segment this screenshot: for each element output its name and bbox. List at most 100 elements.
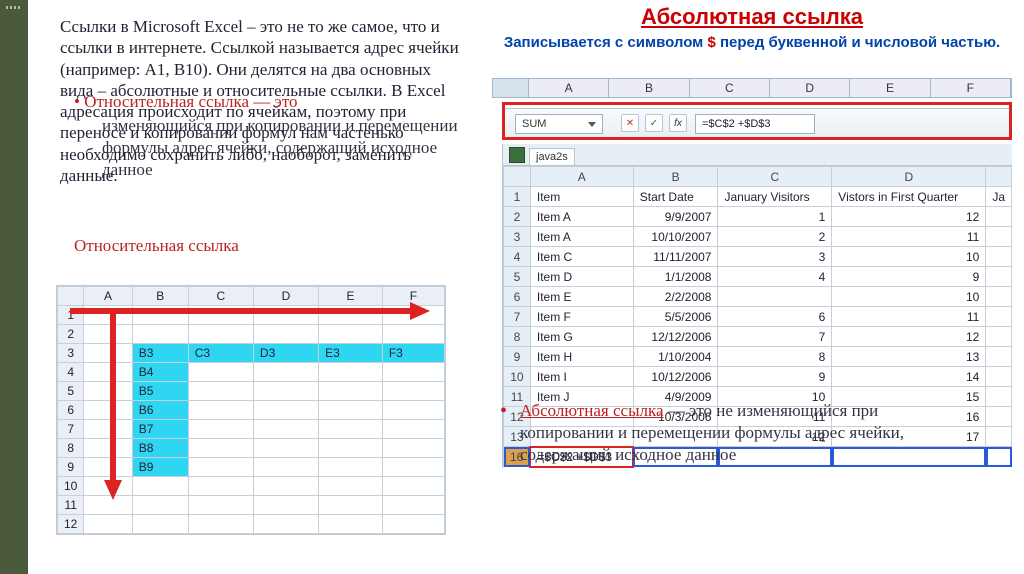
cell[interactable] (84, 477, 132, 496)
cell[interactable]: Item F (530, 307, 633, 327)
cell[interactable] (84, 496, 132, 515)
cell[interactable]: 7 (718, 327, 832, 347)
cell[interactable] (319, 496, 383, 515)
formula-input[interactable]: =$C$2 +$D$3 (695, 114, 815, 134)
cell[interactable] (986, 407, 1012, 427)
cell[interactable] (382, 439, 444, 458)
cell[interactable] (986, 207, 1012, 227)
cell[interactable]: 9 (718, 367, 832, 387)
row-header[interactable]: 1 (504, 187, 531, 207)
col-D[interactable]: D (253, 287, 318, 306)
cell[interactable]: Ja (986, 187, 1012, 207)
cell[interactable]: 3 (718, 247, 832, 267)
cell[interactable] (253, 325, 318, 344)
cell[interactable]: C3 (188, 344, 253, 363)
cell[interactable]: B8 (132, 439, 188, 458)
cell[interactable] (382, 477, 444, 496)
cell[interactable]: Item I (530, 367, 633, 387)
cell[interactable] (986, 367, 1012, 387)
cell[interactable]: Item E (530, 287, 633, 307)
cell[interactable] (382, 401, 444, 420)
row-header[interactable]: 2 (504, 207, 531, 227)
cell[interactable] (986, 307, 1012, 327)
cell[interactable] (382, 515, 444, 534)
cell[interactable] (188, 363, 253, 382)
cell[interactable] (319, 401, 383, 420)
cell[interactable]: B5 (132, 382, 188, 401)
cell[interactable] (253, 515, 318, 534)
cell[interactable] (986, 227, 1012, 247)
cell[interactable] (382, 306, 444, 325)
row-header[interactable]: 8 (58, 439, 84, 458)
cell[interactable] (132, 515, 188, 534)
row-header[interactable]: 6 (504, 287, 531, 307)
cell[interactable] (319, 325, 383, 344)
cell[interactable] (84, 458, 132, 477)
col-E[interactable]: E (319, 287, 383, 306)
row-header[interactable]: 5 (504, 267, 531, 287)
cell[interactable]: 5/5/2006 (633, 307, 718, 327)
row-header[interactable]: 3 (504, 227, 531, 247)
row-header[interactable]: 2 (58, 325, 84, 344)
cell[interactable] (188, 401, 253, 420)
cell[interactable] (188, 306, 253, 325)
cell[interactable]: 10/10/2007 (633, 227, 718, 247)
cell[interactable] (253, 439, 318, 458)
cell[interactable] (188, 458, 253, 477)
cell[interactable]: 9/9/2007 (633, 207, 718, 227)
cell[interactable] (319, 515, 383, 534)
corner-cell[interactable] (58, 287, 84, 306)
row-header[interactable]: 11 (58, 496, 84, 515)
cancel-icon[interactable]: ✕ (621, 114, 639, 132)
cell[interactable] (84, 420, 132, 439)
cell[interactable] (132, 325, 188, 344)
cell[interactable]: 8 (718, 347, 832, 367)
cell[interactable]: Start Date (633, 187, 718, 207)
cell[interactable] (319, 363, 383, 382)
cell[interactable] (132, 306, 188, 325)
cell[interactable] (319, 458, 383, 477)
cell[interactable]: 13 (832, 347, 986, 367)
cell[interactable]: 1/1/2008 (633, 267, 718, 287)
col-A[interactable]: A (84, 287, 132, 306)
cell[interactable]: 12 (832, 207, 986, 227)
cell[interactable] (319, 477, 383, 496)
cell[interactable] (253, 382, 318, 401)
cell[interactable]: January Visitors (718, 187, 832, 207)
cell[interactable]: D3 (253, 344, 318, 363)
cell[interactable]: 1 (718, 207, 832, 227)
cell[interactable]: 14 (832, 367, 986, 387)
cell[interactable] (319, 439, 383, 458)
row-header[interactable]: 6 (58, 401, 84, 420)
col-A[interactable]: A (530, 167, 633, 187)
cell[interactable]: Item (530, 187, 633, 207)
cell[interactable] (84, 363, 132, 382)
name-box[interactable]: SUM (515, 114, 603, 134)
cell[interactable]: B9 (132, 458, 188, 477)
cell[interactable]: 10 (832, 287, 986, 307)
cell[interactable] (84, 382, 132, 401)
cell[interactable] (188, 439, 253, 458)
cell[interactable] (188, 515, 253, 534)
row-header[interactable]: 8 (504, 327, 531, 347)
col-C[interactable]: C (188, 287, 253, 306)
cell[interactable]: 1/10/2004 (633, 347, 718, 367)
row-header[interactable]: 4 (58, 363, 84, 382)
cell[interactable] (382, 382, 444, 401)
cell[interactable]: Item A (530, 207, 633, 227)
cell[interactable]: B7 (132, 420, 188, 439)
cell[interactable] (188, 382, 253, 401)
cell[interactable]: 10 (832, 247, 986, 267)
cell[interactable]: 12 (832, 327, 986, 347)
cell[interactable] (253, 363, 318, 382)
cell[interactable] (253, 401, 318, 420)
cell[interactable] (253, 458, 318, 477)
cell[interactable] (253, 306, 318, 325)
corner-cell[interactable] (504, 167, 531, 187)
cell[interactable]: Item A (530, 227, 633, 247)
cell[interactable] (188, 420, 253, 439)
cell[interactable] (382, 363, 444, 382)
cell[interactable]: 11 (832, 227, 986, 247)
row-header[interactable]: 9 (504, 347, 531, 367)
cell[interactable] (986, 427, 1012, 447)
